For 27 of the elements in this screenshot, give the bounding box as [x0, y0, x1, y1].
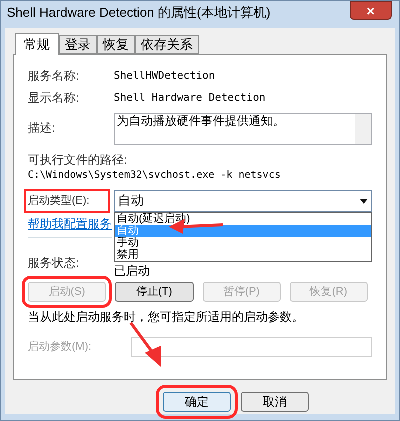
- startup-type-label: 启动类型(E):: [24, 189, 110, 213]
- scrollbar: [355, 114, 371, 144]
- dropdown-option[interactable]: 手动: [115, 237, 371, 249]
- caret-icon: [360, 198, 368, 204]
- service-button[interactable]: 停止(T): [115, 282, 194, 302]
- arrow-icon: [130, 322, 161, 367]
- tab[interactable]: 登录: [59, 35, 97, 54]
- tab[interactable]: 依存关系: [135, 35, 199, 54]
- field-label: 显示名称:: [28, 91, 80, 105]
- start-params-label: 启动参数(M):: [28, 340, 93, 354]
- help-link[interactable]: 帮助我配置服务: [28, 217, 112, 231]
- path-label: 可执行文件的路径:: [28, 153, 128, 167]
- hint-text: 当从此处启动服务时，您可指定所适用的启动参数。: [28, 310, 304, 324]
- tab[interactable]: 常规: [15, 33, 59, 55]
- dropdown-option[interactable]: 禁用: [115, 249, 371, 261]
- window-title: Shell Hardware Detection 的属性(本地计算机): [7, 6, 271, 20]
- status-value: 已启动: [114, 264, 150, 278]
- field-value: Shell Hardware Detection: [114, 91, 266, 105]
- field-label: 描述:: [28, 120, 56, 137]
- description-text: 为自动播放硬件事件提供通知。: [116, 114, 286, 130]
- dialog-button[interactable]: 取消: [241, 392, 309, 412]
- tab[interactable]: 恢复: [97, 35, 135, 54]
- close-button[interactable]: ×: [350, 1, 392, 20]
- path-value: C:\Windows\System32\svchost.exe -k netsvcs: [28, 169, 282, 183]
- status-label: 服务状态:: [28, 256, 80, 270]
- field-label: 服务名称:: [28, 69, 80, 83]
- field-value: ShellHWDetection: [114, 69, 216, 83]
